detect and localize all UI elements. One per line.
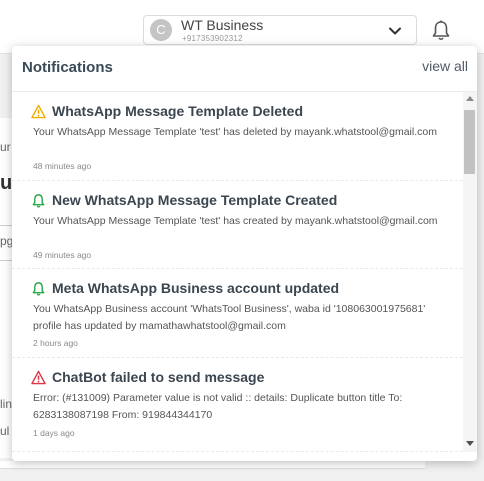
notifications-bell-icon[interactable] [431,20,451,42]
warning-triangle-icon [31,370,46,385]
account-selector[interactable]: C WT Business +917353902312 [143,15,417,45]
view-all-link[interactable]: view all [422,58,468,74]
notification-item[interactable]: ChatBot failed to send message Error: (#… [12,358,463,452]
background-text-fragment: lin [0,397,12,411]
bell-icon [32,282,45,296]
background-bottom-bar [0,461,425,469]
notification-title: New WhatsApp Message Template Created [52,192,338,208]
scrollbar-thumb[interactable] [464,110,475,174]
notification-title: Meta WhatsApp Business account updated [52,280,340,296]
background-text-fragment: ul [0,424,10,438]
warning-triangle-icon [31,104,46,119]
notification-time: 49 minutes ago [33,250,92,260]
notification-time: 2 hours ago [33,338,78,348]
account-name: WT Business [181,17,264,33]
notification-item[interactable]: WhatsApp Message Template Deleted Your W… [12,92,463,181]
notification-time: 48 minutes ago [33,161,92,171]
account-avatar: C [150,19,172,41]
background-text-fragment: ur [0,140,11,154]
scroll-up-arrow-icon[interactable] [466,96,474,101]
notification-time: 1 days ago [33,428,75,438]
notifications-scrollbar[interactable] [463,92,477,452]
account-phone: +917353902312 [182,34,243,43]
notifications-list: WhatsApp Message Template Deleted Your W… [12,92,463,452]
notifications-dropdown: Notifications view all WhatsApp Message … [12,46,477,461]
notification-title: ChatBot failed to send message [52,369,265,385]
notifications-title: Notifications [22,59,113,76]
scroll-down-arrow-icon[interactable] [466,441,474,446]
chevron-down-icon [389,27,401,35]
background-heading-fragment: u [0,172,12,194]
notification-item[interactable]: Meta WhatsApp Business account updated Y… [12,269,463,358]
notification-body: Your WhatsApp Message Template 'test' ha… [33,126,437,138]
notification-body: Your WhatsApp Message Template 'test' ha… [33,215,438,227]
notifications-header: Notifications view all [12,46,477,92]
bell-icon [32,194,45,208]
background-text-fragment: pg [0,234,12,248]
notification-title: WhatsApp Message Template Deleted [52,103,304,119]
notification-body: You WhatsApp Business account 'WhatsTool… [33,303,426,332]
notification-body: Error: (#131009) Parameter value is not … [33,392,403,421]
notification-item[interactable]: New WhatsApp Message Template Created Yo… [12,181,463,269]
